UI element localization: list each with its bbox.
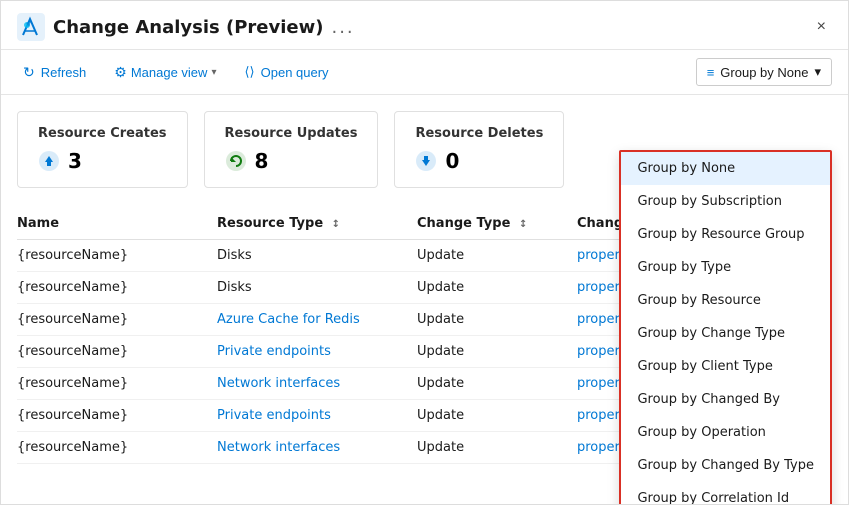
gear-icon: ⚙ [114, 64, 127, 81]
col-resource-type: Resource Type ↕ [217, 208, 417, 240]
open-query-label: Open query [261, 65, 329, 80]
query-icon: ⟨⟩ [244, 64, 254, 80]
group-by-icon: ≡ [707, 65, 715, 80]
toolbar: ↻ Refresh ⚙ Manage view ▾ ⟨⟩ Open query … [1, 50, 848, 95]
dropdown-item[interactable]: Group by Changed By [621, 383, 830, 416]
stat-label-creates: Resource Creates [38, 126, 167, 141]
stat-value-creates: 3 [38, 149, 167, 173]
cell-name: {resourceName} [17, 272, 217, 304]
dropdown-item[interactable]: Group by Subscription [621, 185, 830, 218]
cell-resource-type[interactable]: Private endpoints [217, 336, 417, 368]
window-title: Change Analysis (Preview) [53, 17, 323, 38]
open-query-button[interactable]: ⟨⟩ Open query [238, 60, 334, 84]
cell-resource-type[interactable]: Network interfaces [217, 368, 417, 400]
cell-change-type: Update [417, 368, 577, 400]
group-by-dropdown: Group by NoneGroup by SubscriptionGroup … [619, 150, 832, 504]
stat-number-creates: 3 [68, 149, 82, 173]
manage-view-button[interactable]: ⚙ Manage view ▾ [108, 60, 222, 85]
col-name: Name [17, 208, 217, 240]
refresh-icon: ↻ [23, 64, 35, 81]
create-icon [38, 150, 60, 172]
cell-name: {resourceName} [17, 336, 217, 368]
stat-card-deletes: Resource Deletes 0 [394, 111, 564, 188]
delete-icon [415, 150, 437, 172]
group-by-chevron: ▾ [814, 64, 821, 80]
cell-resource-type: Disks [217, 240, 417, 272]
manage-view-chevron: ▾ [211, 67, 216, 78]
stat-value-updates: 8 [225, 149, 358, 173]
cell-name: {resourceName} [17, 400, 217, 432]
refresh-label: Refresh [41, 65, 87, 80]
cell-resource-type[interactable]: Azure Cache for Redis [217, 304, 417, 336]
group-by-button[interactable]: ≡ Group by None ▾ [696, 58, 832, 86]
dropdown-item[interactable]: Group by None [621, 152, 830, 185]
manage-view-label: Manage view [131, 65, 208, 80]
refresh-button[interactable]: ↻ Refresh [17, 60, 92, 85]
close-button[interactable]: × [811, 14, 832, 40]
dropdown-item[interactable]: Group by Correlation Id [621, 482, 830, 504]
col-change-type: Change Type ↕ [417, 208, 577, 240]
stat-number-deletes: 0 [445, 149, 459, 173]
cell-resource-type[interactable]: Private endpoints [217, 400, 417, 432]
cell-change-type: Update [417, 272, 577, 304]
dropdown-item[interactable]: Group by Resource [621, 284, 830, 317]
dropdown-item[interactable]: Group by Client Type [621, 350, 830, 383]
cell-name: {resourceName} [17, 432, 217, 464]
sort-icon-resource-type: ↕ [332, 219, 340, 230]
dropdown-item[interactable]: Group by Changed By Type [621, 449, 830, 482]
cell-change-type: Update [417, 240, 577, 272]
cell-change-type: Update [417, 432, 577, 464]
title-bar: Change Analysis (Preview) ... × [1, 1, 848, 50]
stat-number-updates: 8 [255, 149, 269, 173]
dropdown-item[interactable]: Group by Change Type [621, 317, 830, 350]
cell-change-type: Update [417, 336, 577, 368]
main-content: Resource Creates 3 Resource Updates [1, 95, 848, 504]
sort-icon-change-type: ↕ [519, 219, 527, 230]
azure-icon [17, 13, 45, 41]
cell-change-type: Update [417, 400, 577, 432]
dropdown-item[interactable]: Group by Type [621, 251, 830, 284]
cell-name: {resourceName} [17, 368, 217, 400]
dropdown-list: Group by NoneGroup by SubscriptionGroup … [621, 152, 830, 504]
stat-value-deletes: 0 [415, 149, 543, 173]
cell-change-type: Update [417, 304, 577, 336]
cell-name: {resourceName} [17, 240, 217, 272]
main-window: Change Analysis (Preview) ... × ↻ Refres… [0, 0, 849, 505]
cell-name: {resourceName} [17, 304, 217, 336]
stat-label-updates: Resource Updates [225, 126, 358, 141]
cell-resource-type[interactable]: Network interfaces [217, 432, 417, 464]
title-left: Change Analysis (Preview) ... [17, 13, 355, 41]
dropdown-item[interactable]: Group by Resource Group [621, 218, 830, 251]
cell-resource-type: Disks [217, 272, 417, 304]
title-more-button[interactable]: ... [331, 17, 354, 38]
stat-card-creates: Resource Creates 3 [17, 111, 188, 188]
stat-label-deletes: Resource Deletes [415, 126, 543, 141]
group-by-label: Group by None [720, 65, 808, 80]
stat-card-updates: Resource Updates 8 [204, 111, 379, 188]
update-icon [225, 150, 247, 172]
dropdown-item[interactable]: Group by Operation [621, 416, 830, 449]
